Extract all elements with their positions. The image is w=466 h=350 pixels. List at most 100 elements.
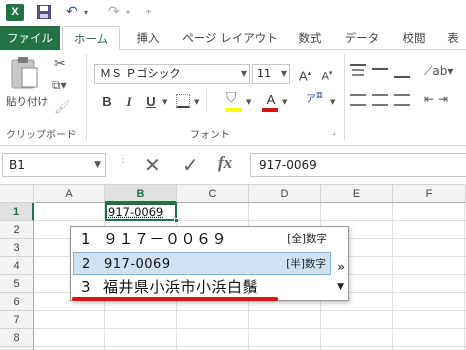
name-box[interactable]: B1 ▼ bbox=[2, 153, 106, 177]
row-header-7[interactable]: 7 bbox=[0, 311, 34, 329]
align-right-icon[interactable] bbox=[394, 94, 410, 106]
shrink-font-button[interactable]: A▾ bbox=[318, 64, 336, 84]
column-header-d[interactable]: D bbox=[249, 185, 321, 203]
font-color-dropdown-icon[interactable]: ▼ bbox=[282, 98, 287, 106]
tab-file[interactable]: ファイル bbox=[0, 26, 60, 50]
grow-font-button[interactable]: A▴ bbox=[296, 64, 314, 84]
column-header-f[interactable]: F bbox=[393, 185, 466, 203]
format-painter-icon[interactable]: 🖌 bbox=[54, 100, 71, 115]
insert-function-button[interactable]: fx bbox=[218, 153, 232, 177]
ribbon-home: 貼り付け ✂ ⧉▾ 🖌 クリップボード ⌟ ＭＳ Ｐゴシック ▼ 11 ▼ A▴… bbox=[0, 50, 466, 146]
gridline bbox=[34, 346, 466, 347]
excel-logo-icon: X bbox=[6, 4, 24, 21]
gridline bbox=[34, 328, 466, 329]
formula-bar-grip-icon[interactable]: ⋮ bbox=[118, 155, 128, 165]
candidate-number: 1 bbox=[81, 230, 91, 248]
font-size-value: 11 bbox=[257, 67, 271, 80]
row-header-6[interactable]: 6 bbox=[0, 293, 34, 311]
indent-icon[interactable]: ⇤ ⇥ bbox=[424, 92, 448, 106]
tab-data[interactable]: データ bbox=[336, 26, 388, 50]
underline-dropdown-icon[interactable]: ▼ bbox=[162, 98, 167, 106]
row-header-2[interactable]: 2 bbox=[0, 221, 34, 239]
font-launcher-icon[interactable]: ⌟ bbox=[332, 127, 336, 136]
tab-page-layout[interactable]: ページ レイアウト bbox=[176, 26, 284, 50]
name-box-value: B1 bbox=[9, 158, 25, 172]
fill-color-icon[interactable]: ⛉ bbox=[226, 90, 237, 106]
tab-home[interactable]: ホーム bbox=[62, 26, 120, 51]
enter-icon[interactable]: ✓ bbox=[182, 153, 199, 177]
undo-icon[interactable]: ↶ bbox=[66, 4, 78, 21]
candidate-text: ９１７－００６９ bbox=[103, 230, 228, 248]
font-color-swatch bbox=[262, 108, 278, 112]
scroll-down-icon[interactable]: ▼ bbox=[337, 282, 344, 292]
candidate-number: 2 bbox=[82, 257, 91, 272]
align-center-icon[interactable] bbox=[372, 94, 388, 106]
group-separator bbox=[344, 54, 345, 140]
cut-icon[interactable]: ✂ bbox=[54, 56, 66, 72]
redo-dropdown-icon[interactable]: ▾ bbox=[126, 4, 130, 21]
expand-list-icon[interactable]: » bbox=[337, 260, 345, 274]
font-size-select[interactable]: 11 ▼ bbox=[252, 64, 290, 84]
row-header-5[interactable]: 5 bbox=[0, 275, 34, 293]
select-all-button[interactable] bbox=[0, 185, 34, 203]
phonetic-dropdown-icon[interactable]: ▼ bbox=[330, 98, 335, 106]
align-top-icon[interactable] bbox=[350, 64, 366, 78]
ime-candidate-3[interactable]: 3 福井県小浜市小浜白鬚 bbox=[73, 276, 331, 299]
tab-formulas[interactable]: 数式 bbox=[288, 26, 332, 50]
group-separator bbox=[206, 90, 207, 112]
borders-icon[interactable] bbox=[176, 94, 190, 108]
tab-view[interactable]: 表 bbox=[440, 26, 466, 50]
candidate-tag: [半]数字 bbox=[286, 258, 326, 270]
font-name-value: ＭＳ Ｐゴシック bbox=[100, 67, 181, 80]
save-icon[interactable] bbox=[36, 4, 52, 21]
cancel-icon[interactable]: ✕ bbox=[144, 153, 161, 177]
gridline bbox=[392, 203, 393, 350]
gridline bbox=[34, 220, 466, 221]
formula-bar: B1 ▼ ⋮ ✕ ✓ fx 917-0069 bbox=[0, 147, 466, 185]
column-header-a[interactable]: A bbox=[34, 185, 105, 203]
column-header-c[interactable]: C bbox=[177, 185, 249, 203]
align-left-icon[interactable] bbox=[350, 94, 366, 106]
gridline bbox=[34, 310, 466, 311]
column-header-b[interactable]: B bbox=[105, 185, 177, 203]
quick-access-toolbar: X ↶ ▾ ↷ ▾ ⫟ bbox=[0, 0, 466, 26]
borders-dropdown-icon[interactable]: ▼ bbox=[194, 98, 199, 106]
phonetic-guide-icon[interactable]: ア亜 bbox=[306, 90, 323, 105]
paste-button[interactable]: 貼り付け bbox=[4, 56, 48, 116]
active-cell-value: 917-0069 bbox=[108, 205, 164, 219]
copy-icon[interactable]: ⧉▾ bbox=[52, 78, 67, 93]
candidate-tag: [全]数字 bbox=[287, 233, 327, 245]
active-cell-b1[interactable]: 917-0069 bbox=[105, 203, 177, 221]
customize-qat-icon[interactable]: ⫟ bbox=[146, 4, 151, 21]
redo-icon[interactable]: ↷ bbox=[108, 4, 120, 21]
clipboard-group-label: クリップボード bbox=[6, 130, 76, 141]
chevron-down-icon[interactable]: ▼ bbox=[94, 154, 101, 176]
fill-handle[interactable] bbox=[174, 218, 179, 223]
underline-button[interactable]: U bbox=[142, 92, 160, 112]
align-bottom-icon[interactable] bbox=[394, 64, 410, 78]
font-color-button[interactable]: A bbox=[262, 90, 280, 110]
candidate-number: 3 bbox=[81, 278, 91, 296]
row-header-1[interactable]: 1 bbox=[0, 203, 34, 221]
ime-candidate-window: 1 ９１７－００６９ [全]数字 2 917-0069 [半]数字 3 福井県小… bbox=[70, 226, 349, 301]
column-header-e[interactable]: E bbox=[321, 185, 393, 203]
italic-button[interactable]: I bbox=[120, 92, 138, 112]
tab-insert[interactable]: 挿入 bbox=[126, 26, 170, 50]
clipboard-launcher-icon[interactable]: ⌟ bbox=[72, 127, 76, 136]
formula-input[interactable]: 917-0069 bbox=[250, 153, 466, 177]
align-middle-icon[interactable] bbox=[372, 68, 388, 70]
tab-review[interactable]: 校閲 bbox=[392, 26, 436, 50]
font-name-select[interactable]: ＭＳ Ｐゴシック ▼ bbox=[94, 64, 250, 84]
chevron-down-icon: ▼ bbox=[240, 69, 247, 78]
ime-candidate-1[interactable]: 1 ９１７－００６９ [全]数字 bbox=[73, 228, 331, 251]
chevron-down-icon: ▼ bbox=[280, 69, 287, 78]
ime-scroll-area: » ▼ bbox=[331, 227, 347, 300]
row-header-8[interactable]: 8 bbox=[0, 329, 34, 347]
fill-color-dropdown-icon[interactable]: ▼ bbox=[246, 98, 251, 106]
bold-button[interactable]: B bbox=[98, 92, 116, 112]
orientation-icon[interactable]: ⟋ab▾ bbox=[424, 64, 453, 79]
ime-candidate-2[interactable]: 2 917-0069 [半]数字 bbox=[73, 252, 331, 275]
row-header-3[interactable]: 3 bbox=[0, 239, 34, 257]
row-header-4[interactable]: 4 bbox=[0, 257, 34, 275]
undo-dropdown-icon[interactable]: ▾ bbox=[84, 4, 88, 21]
